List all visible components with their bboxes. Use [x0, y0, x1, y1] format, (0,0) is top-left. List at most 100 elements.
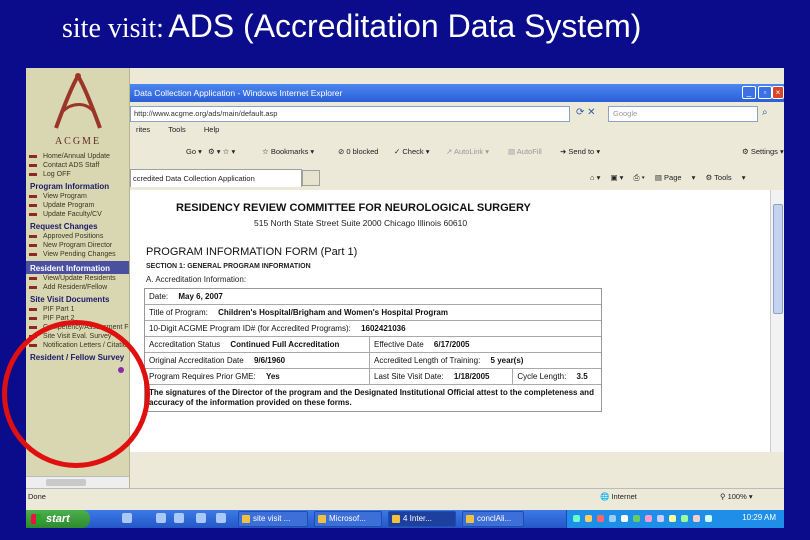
- search-input[interactable]: Google: [608, 106, 758, 122]
- new-tab-button[interactable]: [302, 170, 320, 186]
- tray-icon[interactable]: [585, 515, 592, 522]
- sidebar-section-title: Request Changes: [30, 222, 98, 231]
- sidebar-link[interactable]: Update Program: [26, 201, 129, 210]
- sidebar-link[interactable]: Approved Positions: [26, 232, 129, 241]
- sidebar-link[interactable]: Add Resident/Fellow: [26, 283, 129, 292]
- start-button[interactable]: start: [26, 510, 90, 528]
- windows-flag-icon: [31, 514, 41, 524]
- tray-icon[interactable]: [681, 515, 688, 522]
- bookmarks-button[interactable]: ☆ Bookmarks ▾: [262, 147, 314, 156]
- close-icon[interactable]: ×: [772, 86, 784, 99]
- form-row: Title of Program: Children's Hospital/Br…: [145, 305, 601, 321]
- cycle-value: 3.5: [576, 372, 588, 381]
- browser-titlebar: Data Collection Application - Windows In…: [130, 84, 784, 102]
- tray-icon[interactable]: [573, 515, 580, 522]
- cycle-label: Cycle Length:: [517, 372, 567, 381]
- slide-title: site visit: ADS (Accreditation Data Syst…: [62, 8, 641, 45]
- sidebar-top-link[interactable]: Contact ADS Staff: [26, 161, 129, 170]
- form-row: Date: May 6, 2007: [145, 289, 601, 305]
- program-title-label: Title of Program:: [149, 308, 208, 317]
- bullet-icon: [29, 308, 37, 311]
- form-row: Accreditation Status Continued Full Accr…: [145, 337, 601, 353]
- tab-active[interactable]: ccredited Data Collection Application: [130, 169, 302, 187]
- sidebar-link[interactable]: PIF Part 2: [26, 314, 129, 323]
- tray-icon[interactable]: [621, 515, 628, 522]
- send-to-button[interactable]: ➜ Send to ▾: [560, 147, 600, 156]
- sidebar-link[interactable]: Competency/Assessment Form: [26, 323, 129, 332]
- status-bar: Done 🌐 Internet ⚲ 100% ▾: [26, 488, 784, 510]
- form-title: PROGRAM INFORMATION FORM (Part 1): [146, 246, 358, 258]
- sidebar-h-scrollbar[interactable]: [26, 476, 129, 488]
- blocked-button[interactable]: ⊘ 0 blocked: [338, 147, 378, 156]
- taskbar-button[interactable]: Microsof...: [314, 511, 382, 527]
- tray-icon[interactable]: [657, 515, 664, 522]
- date-label: Date:: [149, 292, 169, 301]
- quicklaunch-icon[interactable]: [196, 513, 206, 523]
- refresh-stop-icons[interactable]: ⟳ ✕: [576, 107, 596, 118]
- maximize-icon[interactable]: ▫: [758, 86, 772, 99]
- tray-icon[interactable]: [597, 515, 604, 522]
- autolink-button[interactable]: ↗ AutoLink ▾: [446, 147, 489, 156]
- tools-menu[interactable]: ⚙ Tools ▾: [706, 173, 746, 182]
- quicklaunch-icon[interactable]: [156, 513, 166, 523]
- last-visit-label: Last Site Visit Date:: [374, 372, 444, 381]
- bullet-icon: [29, 155, 37, 158]
- search-icon[interactable]: ⌕: [762, 107, 768, 118]
- tray-icon[interactable]: [705, 515, 712, 522]
- zoom-level[interactable]: ⚲ 100% ▾: [720, 492, 753, 501]
- date-value: May 6, 2007: [178, 292, 223, 301]
- settings-button[interactable]: ⚙ Settings ▾: [742, 147, 784, 156]
- check-button[interactable]: ✓ Check ▾: [394, 147, 430, 156]
- sidebar-top-link[interactable]: Log OFF: [26, 170, 129, 179]
- form-row: Original Accreditation Date 9/6/1960 Acc…: [145, 353, 601, 369]
- sidebar-section-title: Site Visit Documents: [30, 295, 110, 304]
- acgme-brand: ACGME: [54, 136, 102, 147]
- program-info-form: Date: May 6, 2007 Title of Program: Chil…: [144, 288, 602, 412]
- program-title-value: Children's Hospital/Brigham and Women's …: [218, 308, 448, 317]
- home-icon[interactable]: ⌂ ▾: [590, 173, 600, 182]
- sidebar-link[interactable]: Site Visit Eval. Survey: [26, 332, 129, 341]
- bullet-icon: [29, 277, 37, 280]
- toolbar-icons[interactable]: ⚙ ▾ ☆ ▾: [208, 147, 235, 156]
- program-id-value: 1602421036: [361, 324, 406, 333]
- screenshot-window: ACGME Home/Annual Update Contact ADS Staf…: [26, 68, 784, 510]
- tray-icon[interactable]: [669, 515, 676, 522]
- quicklaunch-icon[interactable]: [174, 513, 184, 523]
- section-title: SECTION 1: GENERAL PROGRAM INFORMATION: [146, 263, 311, 270]
- sidebar-link[interactable]: PIF Part 1: [26, 305, 129, 314]
- page-menu[interactable]: ▤ Page ▾: [655, 173, 696, 182]
- sidebar-link[interactable]: View Program: [26, 192, 129, 201]
- sidebar-link[interactable]: Update Faculty/CV: [26, 210, 129, 219]
- feeds-icon[interactable]: ▣ ▾: [610, 173, 623, 182]
- autofill-button[interactable]: ▤ AutoFill: [508, 147, 542, 156]
- sidebar-link[interactable]: View Pending Changes: [26, 250, 129, 259]
- page-v-scrollbar[interactable]: [770, 190, 784, 452]
- sidebar-link[interactable]: View/Update Residents: [26, 274, 129, 283]
- sidebar-top-link[interactable]: Home/Annual Update: [26, 152, 129, 161]
- menu-bar: rites Tools Help: [130, 124, 784, 136]
- taskbar-button[interactable]: site visit ...: [238, 511, 308, 527]
- tray-icon[interactable]: [633, 515, 640, 522]
- go-button[interactable]: Go ▾: [186, 147, 202, 156]
- url-input[interactable]: http://www.acgme.org/ads/main/default.as…: [130, 106, 570, 122]
- form-row: Program Requires Prior GME: Yes Last Sit…: [145, 369, 601, 385]
- menu-tools[interactable]: Tools: [168, 125, 186, 134]
- committee-address: 515 North State Street Suite 2000 Chicag…: [254, 218, 468, 228]
- training-length-value: 5 year(s): [490, 356, 524, 365]
- tray-icon[interactable]: [645, 515, 652, 522]
- tray-icon[interactable]: [693, 515, 700, 522]
- quicklaunch-icon[interactable]: [122, 513, 132, 523]
- attestation-note: The signatures of the Director of the pr…: [149, 388, 594, 407]
- sidebar-link[interactable]: New Program Director: [26, 241, 129, 250]
- minimize-icon[interactable]: _: [742, 86, 756, 99]
- sidebar-link[interactable]: Notification Letters / Citations: [26, 341, 129, 350]
- quicklaunch-icon[interactable]: [216, 513, 226, 523]
- print-icon[interactable]: ⎙ ▾: [634, 173, 645, 182]
- menu-favorites[interactable]: rites: [136, 125, 150, 134]
- orig-accred-value: 9/6/1960: [253, 356, 286, 365]
- taskbar-button[interactable]: 4 Inter...: [388, 511, 456, 527]
- menu-help[interactable]: Help: [204, 125, 219, 134]
- tray-icon[interactable]: [609, 515, 616, 522]
- taskbar-button[interactable]: conclAli...: [462, 511, 524, 527]
- bullet-icon: [29, 204, 37, 207]
